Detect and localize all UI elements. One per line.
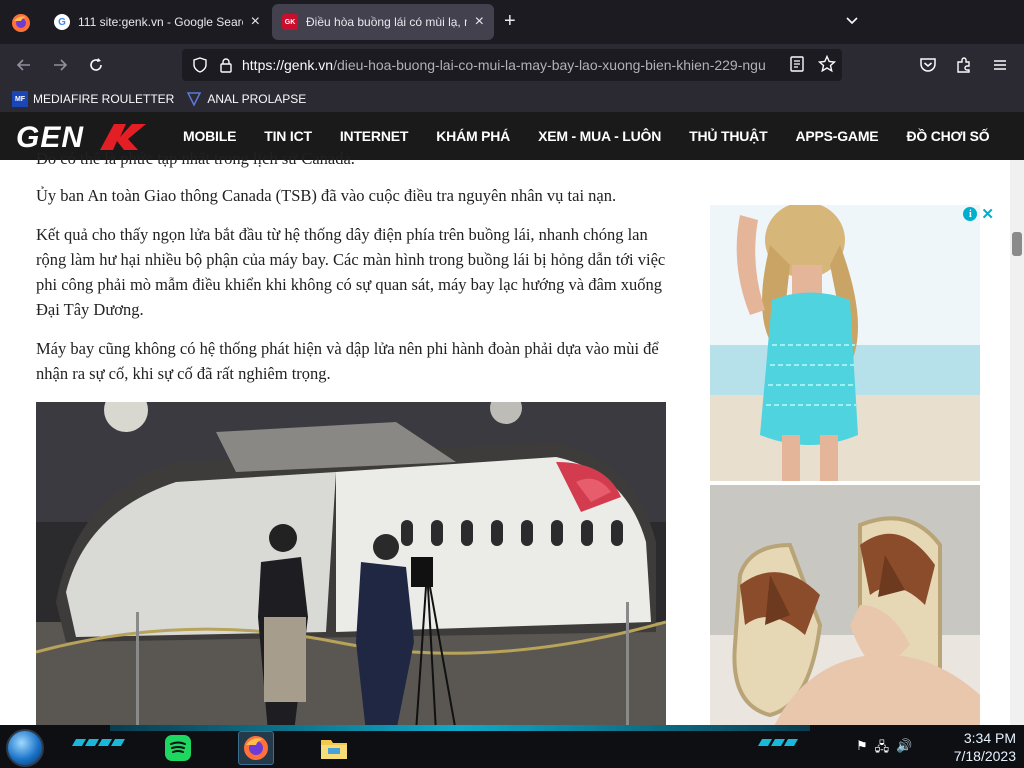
bookmark-anal-prolapse[interactable]: ANAL PROLAPSE: [186, 91, 306, 107]
tab-close-icon[interactable]: ×: [475, 13, 484, 31]
url-bar[interactable]: https://genk.vn/dieu-hoa-buong-lai-co-mu…: [182, 49, 842, 81]
tab-genk-article[interactable]: GK Điều hòa buồng lái có mùi lạ, máy bay…: [272, 4, 494, 40]
menu-item-apps-game[interactable]: APPS-GAME: [795, 128, 878, 144]
genk-icon: GK: [282, 14, 298, 30]
tab-title: 111 site:genk.vn - Google Search: [78, 15, 243, 29]
clock-time: 3:34 PM: [963, 730, 1016, 746]
url-text[interactable]: https://genk.vn/dieu-hoa-buong-lai-co-mu…: [242, 57, 782, 73]
taskbar-clock[interactable]: 3:34 PM 7/18/2023: [930, 729, 1016, 765]
menu-item-tin-ict[interactable]: TIN ICT: [264, 128, 312, 144]
ad-controls: i ✕: [963, 205, 994, 223]
article-paragraph: Kết quả cho thấy ngọn lửa bắt đầu từ hệ …: [36, 225, 666, 319]
lock-icon[interactable]: [216, 55, 236, 75]
nav-toolbar: https://genk.vn/dieu-hoa-buong-lai-co-mu…: [0, 44, 1024, 86]
mediafire-icon: MF: [12, 91, 28, 107]
bookmark-star-icon[interactable]: [817, 54, 837, 78]
volume-icon[interactable]: 🔊: [896, 738, 912, 760]
firefox-icon[interactable]: [8, 10, 34, 36]
menu-item-thu-thuat[interactable]: THỦ THUẬT: [689, 128, 767, 144]
web-page: GEN MOBILE TIN ICT INTERNET KHÁM PHÁ XEM…: [0, 112, 1024, 725]
article-partial-line: Đó có thể là phức tạp nhất trong lịch sử…: [36, 149, 355, 168]
extensions-icon[interactable]: [952, 53, 976, 77]
menu-item-kham-pha[interactable]: KHÁM PHÁ: [436, 128, 510, 144]
menu-item-internet[interactable]: INTERNET: [340, 128, 409, 144]
menu-item-mobile[interactable]: MOBILE: [183, 128, 236, 144]
bookmark-mediafire[interactable]: MF MEDIAFIRE ROULETTER: [12, 91, 174, 107]
new-tab-icon[interactable]: +: [504, 10, 516, 33]
article-body: Đó có thể là phức tạp nhất trong lịch sử…: [36, 149, 666, 400]
flag-icon[interactable]: ⚑: [856, 738, 868, 760]
google-icon: G: [54, 14, 70, 30]
taskbar-decoration: [757, 739, 799, 746]
start-button[interactable]: [6, 729, 44, 767]
taskbar-accent-strip: [110, 725, 810, 731]
scrollbar-thumb[interactable]: [1012, 232, 1022, 256]
chevron-down-icon[interactable]: [844, 12, 862, 30]
url-host: https://genk.vn: [242, 57, 334, 73]
reload-icon[interactable]: [84, 53, 108, 77]
spotify-app-icon[interactable]: [160, 731, 196, 765]
article-photo-plane-wreckage: [36, 402, 666, 725]
bookmark-label: MEDIAFIRE ROULETTER: [33, 92, 175, 106]
triangle-icon: [186, 91, 202, 107]
menu-item-xem-mua-luon[interactable]: XEM - MUA - LUÔN: [538, 128, 661, 144]
article-paragraph: Ủy ban An toàn Giao thông Canada (TSB) đ…: [36, 186, 617, 205]
bookmark-label: ANAL PROLAPSE: [207, 92, 307, 106]
pocket-icon[interactable]: [916, 53, 940, 77]
file-explorer-app-icon[interactable]: [316, 731, 352, 765]
ad-close-icon[interactable]: ✕: [981, 205, 994, 223]
reader-view-icon[interactable]: [788, 55, 806, 78]
ad-image-swimdress[interactable]: [710, 205, 980, 481]
clock-date: 7/18/2023: [953, 748, 1016, 764]
menu-item-do-choi-so[interactable]: ĐỒ CHƠI SỐ: [906, 128, 989, 144]
ad-info-icon[interactable]: i: [963, 207, 978, 221]
back-icon[interactable]: [12, 53, 36, 77]
tab-close-icon[interactable]: ×: [251, 13, 260, 31]
bookmarks-bar: MF MEDIAFIRE ROULETTER ANAL PROLAPSE: [0, 86, 1024, 112]
tab-bar: G 111 site:genk.vn - Google Search × GK …: [0, 0, 1024, 44]
hamburger-menu-icon[interactable]: [988, 53, 1012, 77]
ad-image-sandals[interactable]: [710, 485, 980, 725]
tab-title: Điều hòa buồng lái có mùi lạ, máy bay la…: [306, 15, 467, 29]
taskbar-decoration: [71, 739, 126, 746]
forward-icon[interactable]: [48, 53, 72, 77]
url-path: /dieu-hoa-buong-lai-co-mui-la-may-bay-la…: [333, 57, 766, 73]
system-tray: ⚑ 🖧 🔊: [856, 738, 912, 760]
ad-banner[interactable]: i ✕: [698, 205, 994, 725]
tab-google-search[interactable]: G 111 site:genk.vn - Google Search ×: [44, 4, 270, 40]
shield-icon[interactable]: [190, 55, 210, 75]
article-paragraph: Máy bay cũng không có hệ thống phát hiện…: [36, 339, 659, 383]
taskbar: ⚑ 🖧 🔊 3:34 PM 7/18/2023: [0, 725, 1024, 768]
firefox-app-icon[interactable]: [238, 731, 274, 765]
network-icon[interactable]: 🖧: [875, 738, 890, 760]
